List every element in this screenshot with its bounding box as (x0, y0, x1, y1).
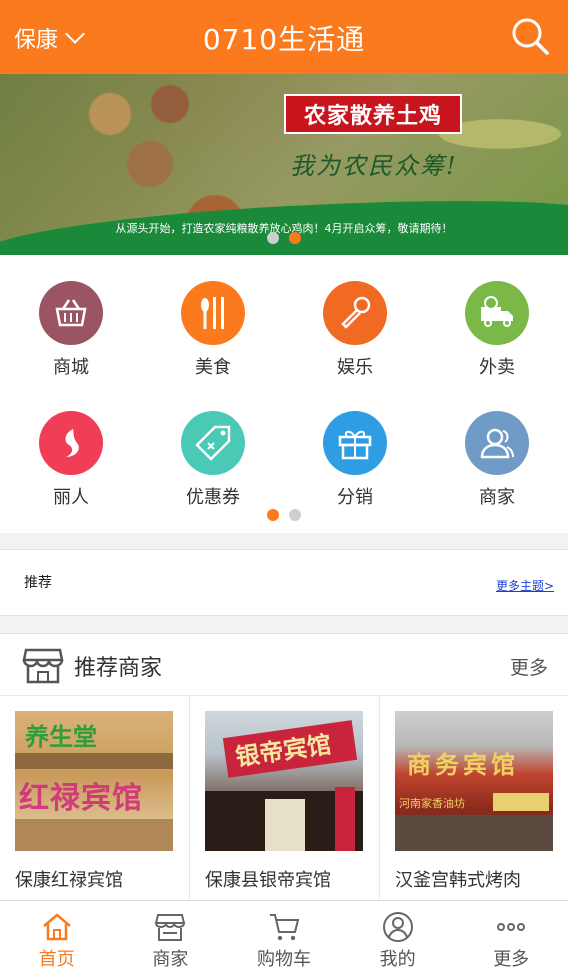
merchants-title: 推荐商家 (74, 656, 163, 681)
merchant-card[interactable]: 商务宾馆 河南家香油坊 汉釜宫韩式烤肉 (380, 696, 568, 901)
delivery-truck-icon (465, 281, 529, 345)
category-distribution[interactable]: 分销 (284, 411, 426, 509)
app-title: 0710生活通 (202, 23, 366, 56)
store-icon (155, 914, 186, 941)
top-bar: 保康 0710生活通 (0, 0, 568, 74)
category-coupon[interactable]: 优惠券 (142, 411, 284, 509)
banner-headline: 农家散养土鸡 (284, 94, 462, 134)
merchants-header: 推荐商家 更多 (0, 634, 568, 696)
search-icon[interactable] (510, 16, 550, 56)
more-topics-link[interactable]: 更多主题> (496, 577, 554, 594)
category-label: 外卖 (479, 357, 515, 378)
tab-merchants[interactable]: 商家 (114, 901, 228, 972)
tab-label: 首页 (38, 949, 75, 970)
sign-text: 银帝宾馆 (233, 730, 333, 772)
sign-text: 养生堂 (25, 723, 97, 751)
category-mall[interactable]: 商城 (0, 281, 142, 379)
category-grid: 商城 美食 娱乐 外卖 丽人 优惠券 分销 商家 (0, 255, 568, 533)
category-label: 丽人 (53, 487, 89, 508)
category-food[interactable]: 美食 (142, 281, 284, 379)
tab-label: 我的 (379, 949, 416, 970)
category-entertainment[interactable]: 娱乐 (284, 281, 426, 379)
merchant-photo: 银帝宾馆 (205, 711, 363, 851)
tab-cart[interactable]: 购物车 (227, 901, 341, 972)
more-dots-icon (497, 923, 526, 931)
merchant-name: 汉釜宫韩式烤肉 (395, 870, 521, 891)
category-beauty[interactable]: 丽人 (0, 411, 142, 509)
category-label: 商家 (479, 487, 515, 508)
merchants-more-link[interactable]: 更多 (510, 653, 548, 680)
beauty-icon (39, 411, 103, 475)
tab-profile[interactable]: 我的 (341, 901, 455, 972)
tab-label: 购物车 (256, 949, 311, 970)
banner-pagination (267, 232, 301, 244)
home-icon (42, 913, 71, 941)
grid-dot[interactable] (289, 509, 301, 521)
cart-icon (269, 914, 300, 941)
merchant-photo: 商务宾馆 河南家香油坊 (395, 711, 553, 851)
tab-label: 商家 (152, 949, 189, 970)
bottom-tab-bar: 首页 商家 购物车 我的 更多 (0, 900, 568, 972)
microphone-icon (323, 281, 387, 345)
banner-dot-active[interactable] (289, 232, 301, 244)
recommend-title: 推荐 (24, 575, 52, 591)
merchant-name: 保康红禄宾馆 (15, 870, 123, 891)
users-icon (465, 411, 529, 475)
category-takeout[interactable]: 外卖 (426, 281, 568, 379)
user-icon (382, 912, 413, 942)
category-label: 商城 (53, 357, 89, 378)
sign-text: 商务宾馆 (407, 751, 519, 779)
gift-icon (323, 411, 387, 475)
banner-dot[interactable] (267, 232, 279, 244)
category-label: 美食 (195, 357, 231, 378)
sign-text: 河南家香油坊 (399, 797, 465, 810)
recommend-section: 推荐 更多主题> (0, 549, 568, 616)
merchant-card[interactable]: 银帝宾馆 保康县银帝宾馆 (190, 696, 380, 901)
merchant-photo: 养生堂 红禄宾馆 (15, 711, 173, 851)
banner-slogan: 我为农民众筹! (290, 152, 458, 180)
category-pagination (267, 509, 301, 521)
sign-text: 红禄宾馆 (19, 781, 143, 816)
basket-icon (39, 281, 103, 345)
tab-label: 更多 (493, 949, 530, 970)
promo-banner[interactable]: 农家散养土鸡 我为农民众筹! 从源头开始，打造农家纯粮散养放心鸡肉！4月开启众筹… (0, 74, 568, 255)
category-merchants[interactable]: 商家 (426, 411, 568, 509)
merchant-name: 保康县银帝宾馆 (205, 870, 331, 891)
grid-dot-active[interactable] (267, 509, 279, 521)
recommended-merchants: 推荐商家 更多 养生堂 红禄宾馆 保康红禄宾馆 银帝宾馆 保康县银帝宾馆 商务宾… (0, 633, 568, 901)
utensils-icon (181, 281, 245, 345)
category-label: 娱乐 (337, 357, 373, 378)
category-label: 分销 (337, 487, 373, 508)
tab-more[interactable]: 更多 (454, 901, 568, 972)
storefront-icon (22, 648, 64, 684)
category-label: 优惠券 (186, 487, 240, 508)
merchant-card[interactable]: 养生堂 红禄宾馆 保康红禄宾馆 (0, 696, 190, 901)
tab-home[interactable]: 首页 (0, 901, 114, 972)
coupon-tag-icon (181, 411, 245, 475)
